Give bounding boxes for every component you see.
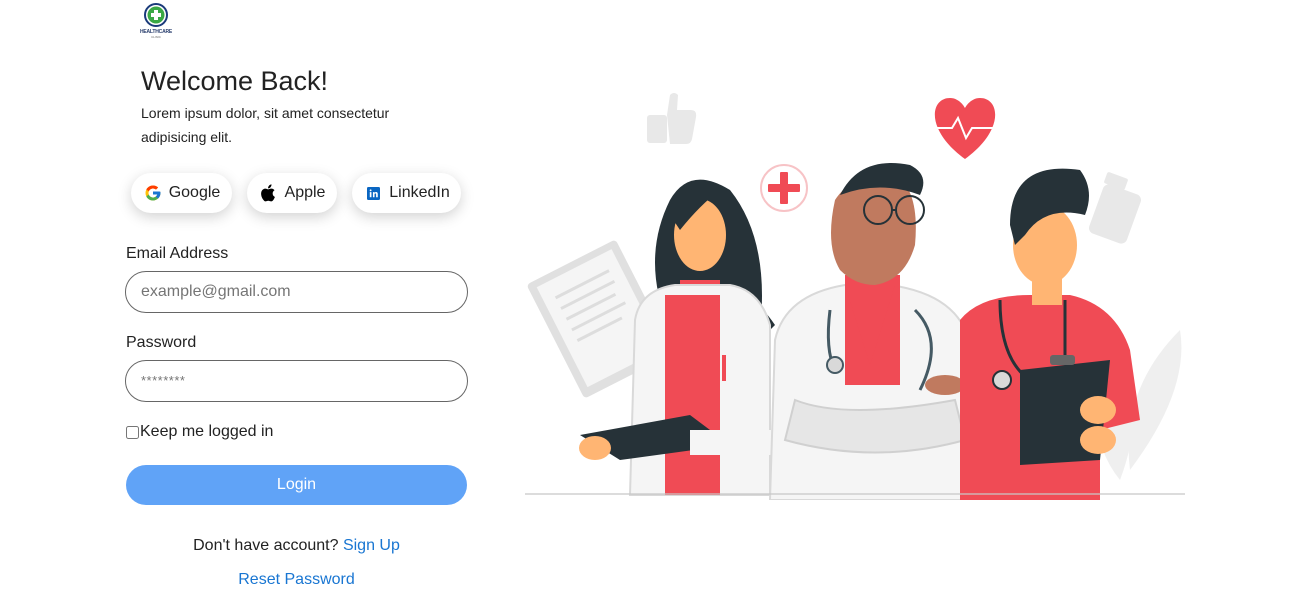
page-subtitle: Lorem ipsum dolor, sit amet consectetur … bbox=[141, 105, 390, 145]
apple-icon bbox=[259, 183, 279, 203]
reset-password-row: Reset Password bbox=[126, 571, 467, 589]
google-icon bbox=[143, 183, 163, 203]
thumbs-up-icon bbox=[647, 93, 697, 144]
apple-login-button[interactable]: Apple bbox=[247, 173, 337, 213]
email-input[interactable] bbox=[125, 271, 468, 313]
medical-cross-logo-icon bbox=[144, 3, 168, 27]
email-label: Email Address bbox=[126, 245, 229, 262]
reset-password-link[interactable]: Reset Password bbox=[238, 571, 355, 588]
google-login-button[interactable]: Google bbox=[131, 173, 232, 213]
apple-label: Apple bbox=[284, 184, 326, 201]
password-input[interactable] bbox=[125, 360, 468, 402]
linkedin-label: LinkedIn bbox=[389, 184, 450, 201]
medical-cross-icon bbox=[760, 164, 808, 212]
logo-subtext: CLINIC bbox=[151, 35, 161, 39]
signup-link[interactable]: Sign Up bbox=[343, 537, 400, 554]
heart-icon bbox=[934, 98, 996, 159]
login-button[interactable]: Login bbox=[126, 465, 467, 505]
linkedin-icon bbox=[363, 183, 383, 203]
keep-logged-in-checkbox[interactable] bbox=[126, 425, 139, 439]
linkedin-login-button[interactable]: LinkedIn bbox=[352, 173, 461, 213]
keep-logged-in[interactable]: Keep me logged in bbox=[126, 423, 273, 441]
google-label: Google bbox=[168, 184, 221, 201]
page-title: Welcome Back! bbox=[141, 66, 329, 96]
signup-prompt: Don't have account? bbox=[193, 537, 339, 554]
doctors-illustration bbox=[525, 93, 1185, 500]
brand-logo: HEALTHCARE CLINIC bbox=[138, 2, 174, 42]
password-label: Password bbox=[126, 334, 197, 351]
male-doctor-figure bbox=[768, 163, 971, 500]
pill-bottle-icon bbox=[1089, 172, 1141, 244]
keep-logged-in-label: Keep me logged in bbox=[140, 423, 274, 440]
signup-line: Don't have account? Sign Up bbox=[126, 537, 467, 555]
